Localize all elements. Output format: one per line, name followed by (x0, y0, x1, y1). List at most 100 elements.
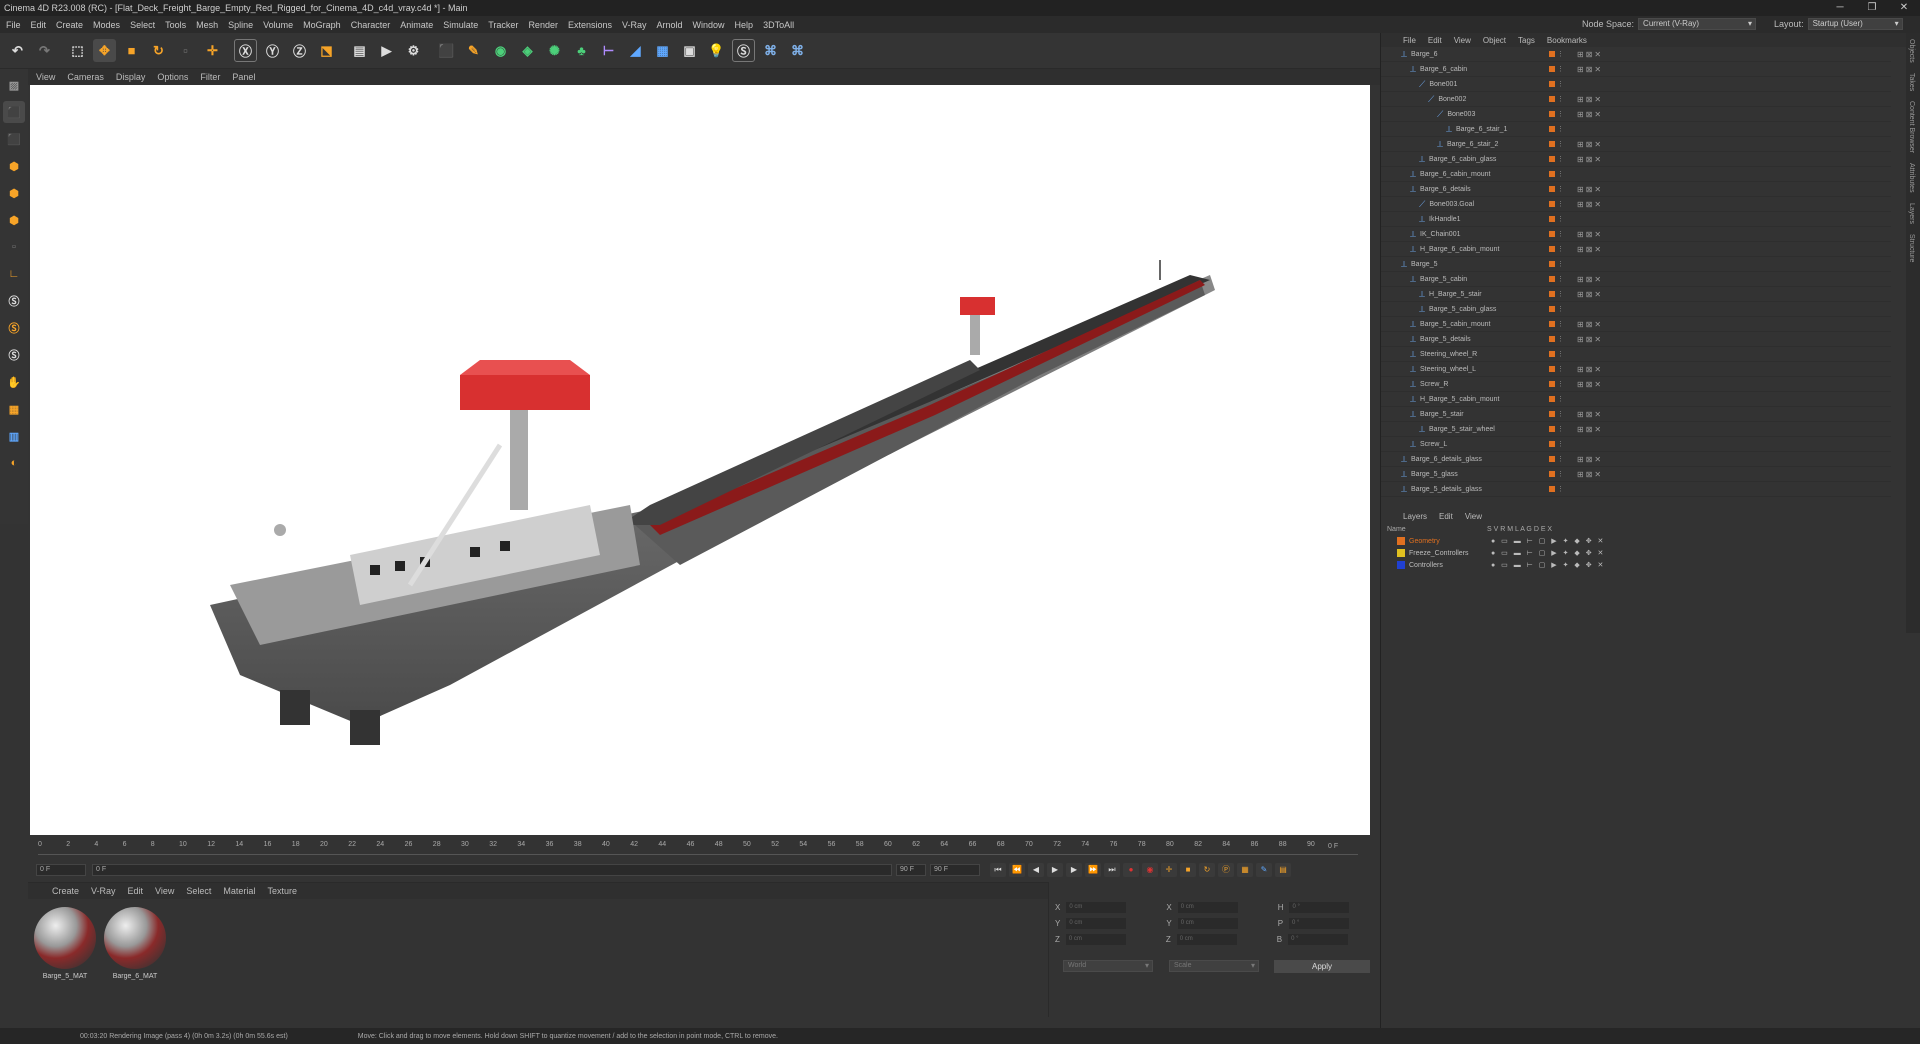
layout-dropdown[interactable]: Startup (User) (1807, 18, 1903, 30)
axis-mode-icon[interactable]: ∟ (3, 263, 25, 285)
layers-menu-item[interactable]: Layers (1403, 512, 1427, 521)
menu-item[interactable]: Simulate (443, 20, 478, 30)
object-row[interactable]: ⟂ Barge_6_stair_1 ⋮ (1381, 122, 1891, 137)
size-z-field[interactable]: 0 cm (1176, 934, 1237, 945)
object-tags[interactable]: ⊞⊠✕ (1577, 425, 1603, 434)
key-pos-icon[interactable]: ✛ (1161, 863, 1177, 877)
layers-menu-item[interactable]: View (1465, 512, 1482, 521)
layer-color-swatch[interactable] (1549, 66, 1555, 72)
cloner-icon[interactable]: ✺ (543, 39, 566, 62)
material-menu-item[interactable]: Material (223, 886, 255, 896)
object-menu-item[interactable]: Edit (1428, 36, 1442, 45)
visibility-dots[interactable]: ⋮ (1557, 50, 1564, 58)
layers-menu-item[interactable]: Edit (1439, 512, 1453, 521)
field-icon[interactable]: ◢ (624, 39, 647, 62)
layer-color-swatch[interactable] (1549, 411, 1555, 417)
visibility-dots[interactable]: ⋮ (1557, 305, 1564, 313)
points-mode-icon[interactable]: ⬢ (3, 155, 25, 177)
workplane-icon[interactable]: ✋ (3, 371, 25, 393)
go-start-icon[interactable]: ⏮ (990, 863, 1006, 877)
layer-color-swatch[interactable] (1397, 537, 1405, 545)
visibility-dots[interactable]: ⋮ (1557, 425, 1564, 433)
object-row[interactable]: ⟂ Barge_6_stair_2 ⋮ ⊞⊠✕ (1381, 137, 1891, 152)
viewport-3d[interactable] (30, 85, 1370, 835)
object-tags[interactable]: ⊞⊠✕ (1577, 95, 1603, 104)
menu-item[interactable]: Help (735, 20, 754, 30)
object-row[interactable]: ⟂ Barge_5 ⋮ (1381, 257, 1891, 272)
python-icon[interactable]: ⌘ (759, 39, 782, 62)
object-row[interactable]: ⟋ Bone003 ⋮ ⊞⊠✕ (1381, 107, 1891, 122)
layer-color-swatch[interactable] (1549, 426, 1555, 432)
layer-color-swatch[interactable] (1549, 216, 1555, 222)
material-menu-item[interactable]: Edit (128, 886, 144, 896)
material-barge6[interactable]: Barge_6_MAT (102, 907, 168, 980)
key-scale-icon[interactable]: ■ (1180, 863, 1196, 877)
object-row[interactable]: ⟂ Screw_R ⋮ ⊞⊠✕ (1381, 377, 1891, 392)
layer-row[interactable]: Controllers ● ▭ ▬ ⊢ ▢ ▶ ✦ ◆ ✥ ✕ (1381, 559, 1891, 571)
rot-b-field[interactable]: 0 ° (1288, 934, 1349, 945)
render-settings-icon[interactable]: ⚙ (402, 39, 425, 62)
visibility-dots[interactable]: ⋮ (1557, 95, 1564, 103)
menu-item[interactable]: Create (56, 20, 83, 30)
visibility-dots[interactable]: ⋮ (1557, 125, 1564, 133)
extrude-icon[interactable]: ◈ (516, 39, 539, 62)
cube-icon[interactable]: ⬛ (435, 39, 458, 62)
pos-y-field[interactable]: 0 cm (1066, 918, 1127, 929)
layer-color-swatch[interactable] (1549, 366, 1555, 372)
motion-icon[interactable]: ✎ (1256, 863, 1272, 877)
menu-item[interactable]: Window (693, 20, 725, 30)
floor-icon[interactable]: ▦ (651, 39, 674, 62)
side-tab[interactable]: Structure (1908, 234, 1915, 262)
menu-item[interactable]: Volume (263, 20, 293, 30)
object-tags[interactable]: ⊞⊠✕ (1577, 320, 1603, 329)
vray-icon[interactable]: Ⓢ (732, 39, 755, 62)
visibility-dots[interactable]: ⋮ (1557, 395, 1564, 403)
last-tool-icon[interactable]: ▫ (174, 39, 197, 62)
object-tags[interactable]: ⊞⊠✕ (1577, 155, 1603, 164)
layer-color-swatch[interactable] (1549, 126, 1555, 132)
menu-item[interactable]: Tracker (488, 20, 518, 30)
object-row[interactable]: ⟂ Barge_6_details ⋮ ⊞⊠✕ (1381, 182, 1891, 197)
object-row[interactable]: ⟂ Barge_5_stair_wheel ⋮ ⊞⊠✕ (1381, 422, 1891, 437)
layer-color-swatch[interactable] (1397, 549, 1405, 557)
material-menu-item[interactable]: Select (186, 886, 211, 896)
menu-item[interactable]: Spline (228, 20, 253, 30)
object-row[interactable]: ⟂ IkHandle1 ⋮ (1381, 212, 1891, 227)
object-tags[interactable]: ⊞⊠✕ (1577, 110, 1603, 119)
layer-row[interactable]: Freeze_Controllers ● ▭ ▬ ⊢ ▢ ▶ ✦ ◆ ✥ ✕ (1381, 547, 1891, 559)
side-tab[interactable]: Objects (1908, 39, 1915, 63)
material-barge5[interactable]: Barge_5_MAT (32, 907, 98, 980)
side-tab[interactable]: Content Browser (1908, 101, 1915, 153)
key-rot-icon[interactable]: ↻ (1199, 863, 1215, 877)
layer-color-swatch[interactable] (1549, 381, 1555, 387)
visibility-dots[interactable]: ⋮ (1557, 365, 1564, 373)
undo-icon[interactable]: ↶ (6, 39, 29, 62)
visibility-dots[interactable]: ⋮ (1557, 380, 1564, 388)
object-row[interactable]: ⟂ Steering_wheel_R ⋮ (1381, 347, 1891, 362)
layer-color-swatch[interactable] (1549, 336, 1555, 342)
object-row[interactable]: ⟂ Barge_5_cabin_mount ⋮ ⊞⊠✕ (1381, 317, 1891, 332)
visibility-dots[interactable]: ⋮ (1557, 320, 1564, 328)
object-row[interactable]: ⟋ Bone001 ⋮ (1381, 77, 1891, 92)
next-key-icon[interactable]: ⏩ (1085, 863, 1101, 877)
edges-mode-icon[interactable]: ⬢ (3, 182, 25, 204)
visibility-dots[interactable]: ⋮ (1557, 470, 1564, 478)
layer-color-swatch[interactable] (1549, 156, 1555, 162)
visibility-dots[interactable]: ⋮ (1557, 275, 1564, 283)
timeline-window-icon[interactable]: ▤ (1275, 863, 1291, 877)
rot-p-field[interactable]: 0 ° (1289, 918, 1350, 929)
viewport-menu-item[interactable]: Panel (232, 72, 255, 82)
visibility-dots[interactable]: ⋮ (1557, 290, 1564, 298)
object-menu-item[interactable]: Bookmarks (1547, 36, 1587, 45)
layer-color-swatch[interactable] (1549, 471, 1555, 477)
layer-color-swatch[interactable] (1549, 201, 1555, 207)
play-icon[interactable]: ▶ (1047, 863, 1063, 877)
layer-color-swatch[interactable] (1549, 171, 1555, 177)
key-param-icon[interactable]: Ⓟ (1218, 863, 1234, 877)
visibility-dots[interactable]: ⋮ (1557, 170, 1564, 178)
layer-color-swatch[interactable] (1549, 246, 1555, 252)
coord-system-icon[interactable]: ⬔ (315, 39, 338, 62)
layer-color-swatch[interactable] (1397, 561, 1405, 569)
material-menu-item[interactable]: View (155, 886, 174, 896)
object-tags[interactable]: ⊞⊠✕ (1577, 65, 1603, 74)
